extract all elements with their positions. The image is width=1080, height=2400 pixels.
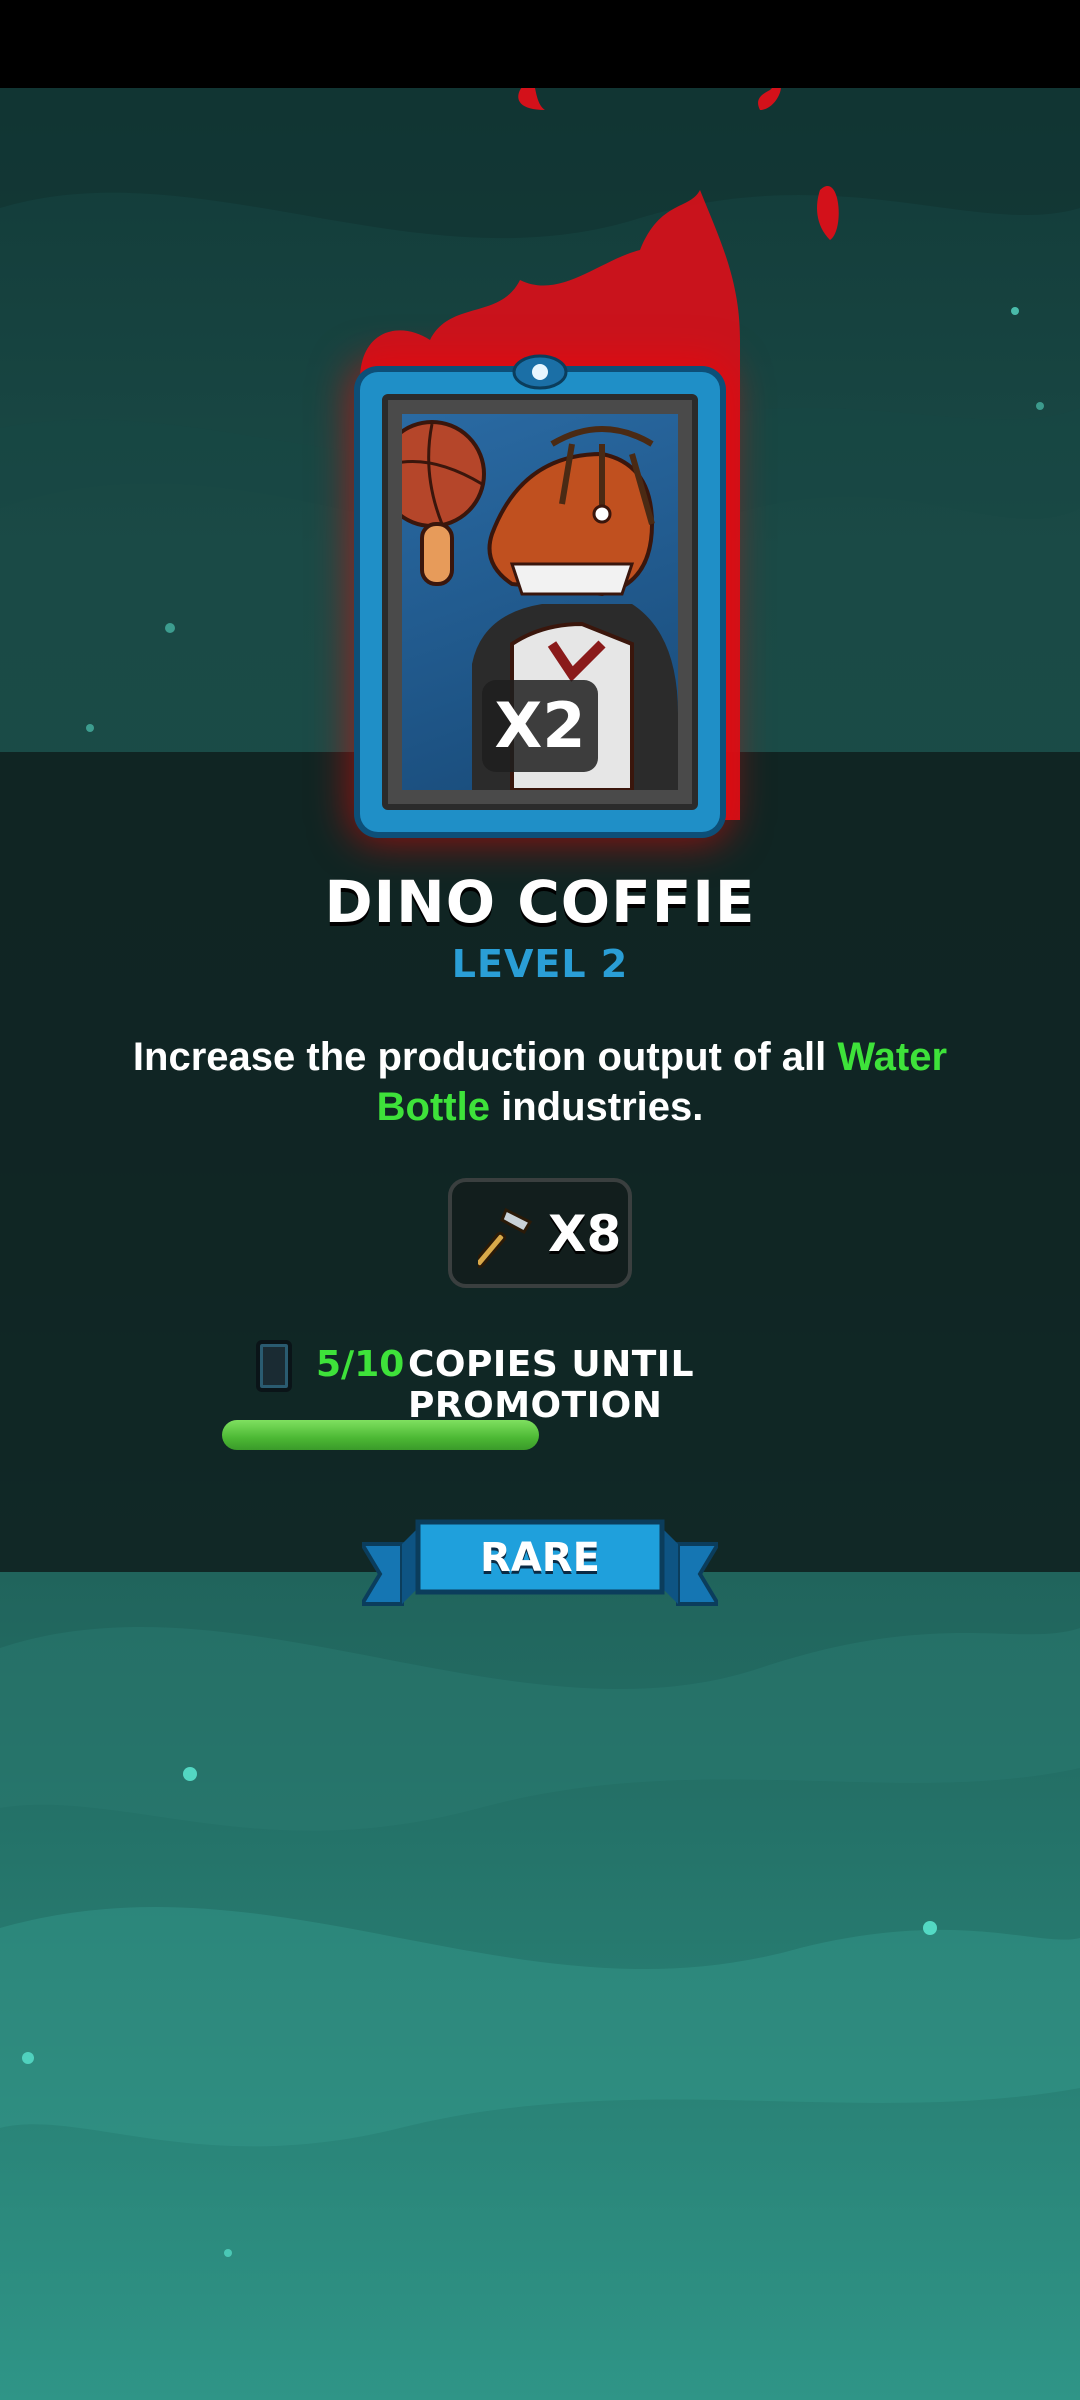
crest-icon	[512, 354, 568, 390]
reward-box: X8	[448, 1178, 632, 1288]
copies-count: 5/10	[316, 1344, 405, 1385]
card-detail-screen: X2 DINO COFFIE LEVEL 2 Increase the prod…	[0, 0, 1080, 2400]
promotion-row: 5/10 COPIES UNTIL PROMOTION	[250, 1338, 870, 1426]
reward-count: X8	[548, 1205, 622, 1263]
promotion-progress-fill	[222, 1420, 539, 1450]
card-level: LEVEL 2	[451, 942, 629, 986]
card-copy-icon	[256, 1340, 292, 1392]
rarity-label: RARE	[480, 1535, 600, 1581]
card-multiplier-badge: X2	[482, 680, 598, 772]
status-bar	[0, 0, 1080, 88]
description-prefix: Increase the production output of all	[132, 1035, 838, 1079]
copies-label: COPIES UNTIL PROMOTION	[408, 1344, 695, 1426]
description-suffix: industries.	[489, 1085, 704, 1129]
hammer-icon	[478, 1207, 533, 1268]
promotion-progress-bar	[222, 1420, 856, 1450]
card-description: Increase the production output of all Wa…	[120, 1032, 960, 1132]
